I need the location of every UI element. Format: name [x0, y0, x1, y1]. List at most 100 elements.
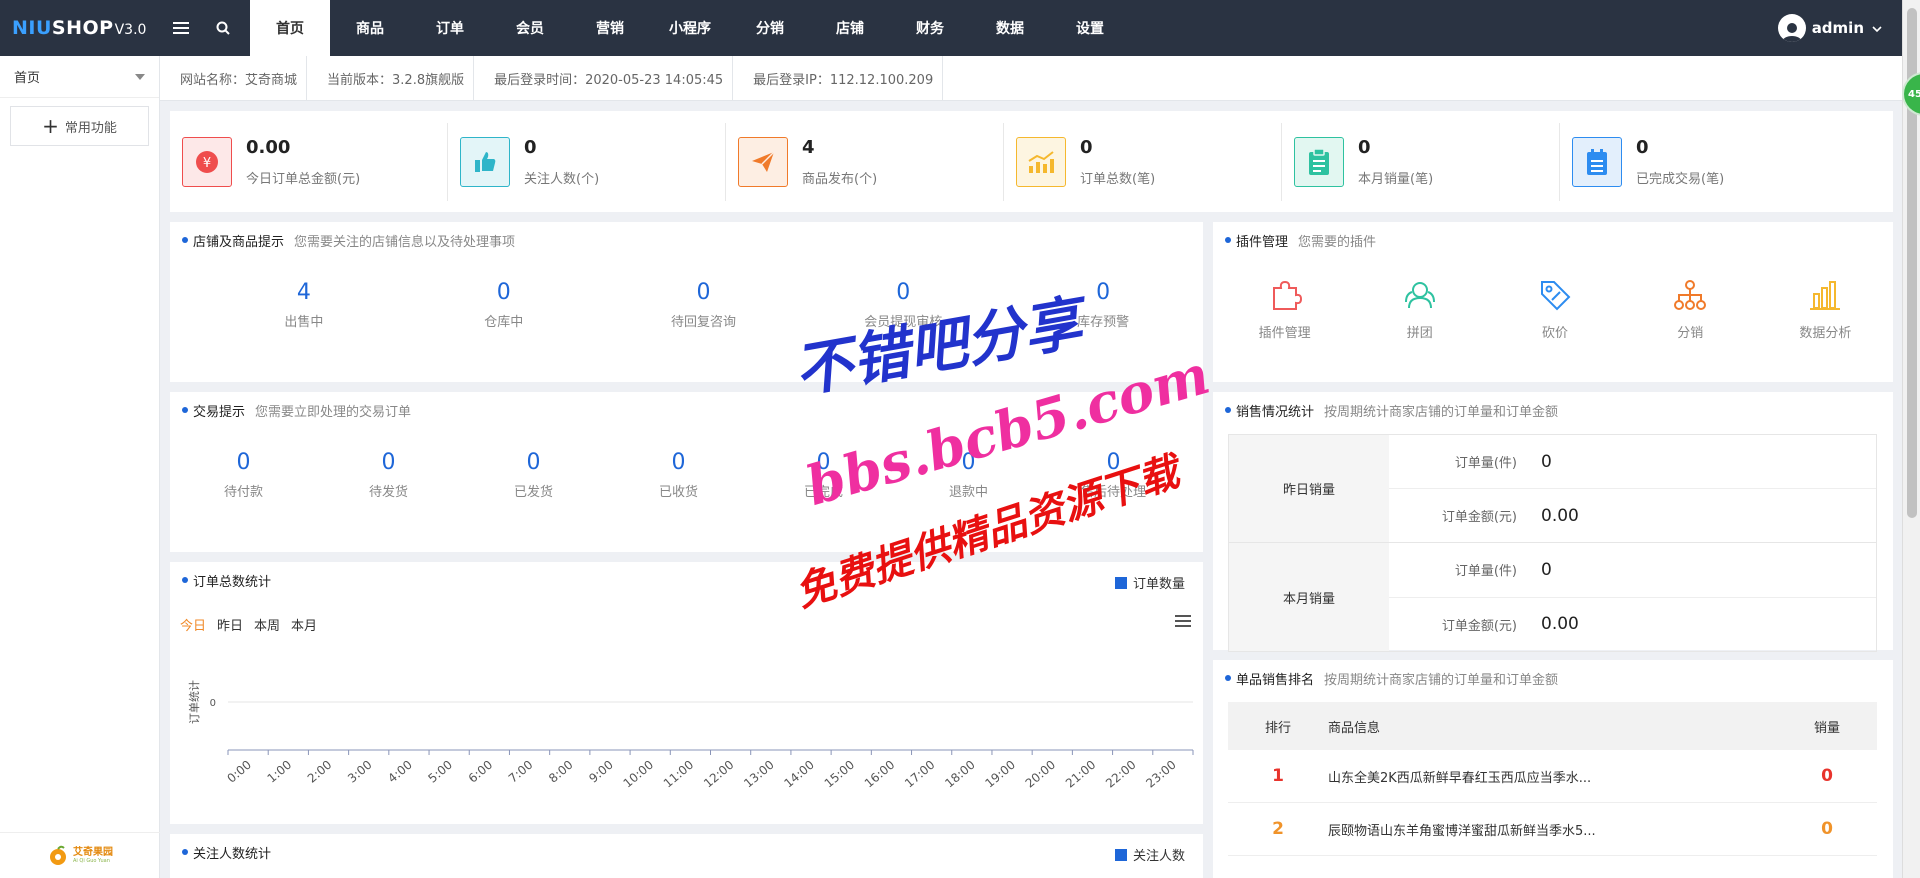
tip-value: 0 — [1106, 450, 1121, 475]
last-login-ip: 最后登录IP：112.12.100.209 — [733, 55, 944, 101]
favorites-button[interactable]: + 常用功能 — [10, 106, 149, 146]
stat-today-amount[interactable]: ¥ 0.00 今日订单总金额(元) — [170, 122, 448, 201]
tip-in-warehouse[interactable]: 0 仓库中 — [404, 280, 604, 330]
tip-label: 库存预警 — [1077, 315, 1130, 330]
logo-text-niu: NIU — [12, 17, 52, 39]
plugin-item-distribution[interactable]: 分销 — [1623, 278, 1758, 341]
stat-goods-published[interactable]: 4 商品发布(个) — [726, 122, 1004, 201]
nav-item-distribution[interactable]: 分销 — [730, 0, 810, 56]
tip-value: 0 — [496, 280, 511, 305]
order-chart-panel: 订单总数统计 订单数量 今日 昨日 本周 本月 0 订单统计 0:00 1:00 2:0… — [170, 562, 1203, 824]
chart-x-tick-label: 9:00 — [586, 758, 616, 786]
nav-item-settings[interactable]: 设置 — [1050, 0, 1130, 56]
tip-on-sale[interactable]: 4 出售中 — [204, 280, 404, 330]
hamburger-icon[interactable] — [160, 0, 202, 56]
nav-item-stores[interactable]: 店铺 — [810, 0, 890, 56]
chart-x-tick-label: 11:00 — [661, 758, 696, 791]
rank-number: 1 — [1272, 766, 1284, 786]
tip-value: 0 — [896, 280, 911, 305]
store-logo-text: 艾奇果园 — [73, 847, 113, 858]
trade-after-sales[interactable]: 0 售后待处理 — [1041, 450, 1186, 500]
chart-x-tick-label: 2:00 — [305, 758, 335, 786]
nav-item-members[interactable]: 会员 — [490, 0, 570, 56]
plugin-item-data-analysis[interactable]: 数据分析 — [1758, 278, 1893, 341]
puzzle-icon — [1272, 280, 1302, 310]
tip-label: 出售中 — [284, 315, 324, 330]
order-count-value: 0 — [1541, 451, 1552, 472]
user-menu[interactable]: admin — [1777, 14, 1882, 42]
order-amount-label: 订单金额(元) — [1441, 510, 1517, 525]
trade-shipped[interactable]: 0 已发货 — [461, 450, 606, 500]
panel-subtitle: 按周期统计商家店铺的订单量和订单金额 — [1324, 672, 1559, 688]
badge-count: 45 — [1908, 88, 1920, 100]
order-count-label: 订单量(件) — [1454, 456, 1517, 471]
panel-header: 销售情况统计 按周期统计商家店铺的订单量和订单金额 — [1213, 392, 1893, 428]
stat-monthly-sales[interactable]: 0 本月销量(笔) — [1282, 122, 1560, 201]
trade-completed[interactable]: 0 已完成 — [751, 450, 896, 500]
site-name: 网站名称：艾奇商城 — [160, 55, 308, 101]
nav-item-data[interactable]: 数据 — [970, 0, 1050, 56]
tip-pending-consult[interactable]: 0 待回复咨询 — [604, 280, 804, 330]
thumbs-up-icon — [460, 136, 510, 187]
nav-item-marketing[interactable]: 营销 — [570, 0, 650, 56]
bullet-icon — [182, 849, 188, 855]
stat-value: 0 — [1358, 136, 1371, 158]
page-scrollbar[interactable] — [1902, 0, 1920, 878]
top-navbar: NIU SHOP V3.0 首页 商品 订单 会员 营销 小程序 分销 店铺 财务 … — [0, 0, 1902, 56]
chart-x-tick-label: 15:00 — [822, 758, 857, 791]
tip-value: 0 — [236, 450, 251, 475]
logo-version: V3.0 — [114, 22, 147, 38]
stat-total-orders[interactable]: 0 订单总数(笔) — [1004, 122, 1282, 201]
plugin-list: 插件管理 拼团 砍价 分销 数据分析 — [1213, 258, 1893, 341]
chart-x-tick-label: 19:00 — [982, 758, 1017, 791]
trade-pending-shipment[interactable]: 0 待发货 — [316, 450, 461, 500]
tip-value: 0 — [1096, 280, 1111, 305]
tip-label: 已发货 — [513, 485, 553, 500]
app-logo[interactable]: NIU SHOP V3.0 — [0, 17, 160, 39]
stat-label: 关注人数(个) — [524, 171, 600, 187]
product-name[interactable]: 辰颐物语山东羊角蜜博洋蜜甜瓜新鲜当季水5... — [1328, 820, 1777, 839]
tip-withdraw-review[interactable]: 0 会员提现审核 — [803, 280, 1003, 330]
search-icon[interactable] — [202, 0, 244, 56]
order-amount-value: 0.00 — [1541, 505, 1579, 526]
product-name[interactable]: 山东全美2K西瓜新鲜早春红玉西瓜应当季水... — [1328, 767, 1777, 786]
tip-stock-warning[interactable]: 0 库存预警 — [1003, 280, 1203, 330]
bullet-icon — [182, 407, 188, 413]
stat-label: 已完成交易(笔) — [1636, 171, 1725, 187]
plugin-item-manage[interactable]: 插件管理 — [1217, 278, 1352, 341]
plugin-item-group-buy[interactable]: 拼团 — [1352, 278, 1487, 341]
ranking-table-header: 排行 商品信息 销量 — [1228, 702, 1877, 750]
trade-received[interactable]: 0 已收货 — [606, 450, 751, 500]
tip-label: 仓库中 — [484, 315, 524, 330]
logo-text-shop: SHOP — [51, 17, 114, 39]
nav-item-miniprogram[interactable]: 小程序 — [650, 0, 730, 56]
sidebar-select-value: 首页 — [14, 71, 41, 86]
trade-tips-panel: 交易提示 您需要立即处理的交易订单 0 待付款 0 待发货 0 已发货 0 已收货 0 已… — [170, 392, 1203, 552]
legend-label: 关注人数 — [1132, 849, 1185, 864]
bullet-icon — [1225, 407, 1231, 413]
bullet-icon — [182, 237, 188, 243]
distribution-icon — [1674, 280, 1707, 310]
sales-stats-table: 昨日销量 订单量(件) 0 订单金额(元) 0.00 本月销量 订单量(件) 0 订单… — [1228, 434, 1877, 652]
store-tips-panel: 店铺及商品提示 您需要关注的店铺信息以及待处理事项 4 出售中 0 仓库中 0 待回复… — [170, 222, 1203, 382]
trade-refunding[interactable]: 0 退款中 — [896, 450, 1041, 500]
nav-item-orders[interactable]: 订单 — [410, 0, 490, 56]
tip-value: 0 — [961, 450, 976, 475]
store-logo-subtext: Ai Qi Guo Yuan — [73, 858, 110, 864]
stat-completed-trades[interactable]: 0 已完成交易(笔) — [1560, 123, 1838, 201]
trade-pending-payment[interactable]: 0 待付款 — [171, 450, 316, 500]
nav-item-home[interactable]: 首页 — [250, 0, 330, 56]
table-row[interactable]: 2 辰颐物语山东羊角蜜博洋蜜甜瓜新鲜当季水5... 0 — [1228, 803, 1877, 856]
table-row[interactable]: 1 山东全美2K西瓜新鲜早春红玉西瓜应当季水... 0 — [1228, 750, 1877, 803]
bullet-icon — [1225, 675, 1231, 681]
sidebar-page-select[interactable]: 首页 — [0, 56, 159, 98]
nav-item-finance[interactable]: 财务 — [890, 0, 970, 56]
chart-legend[interactable]: 关注人数 — [1114, 845, 1185, 864]
plugin-item-bargain[interactable]: 砍价 — [1487, 278, 1622, 341]
nav-item-goods[interactable]: 商品 — [330, 0, 410, 56]
panel-subtitle: 您需要关注的店铺信息以及待处理事项 — [294, 234, 516, 250]
chart-x-tick-label: 12:00 — [701, 758, 736, 791]
panel-header: 单品销售排名 按周期统计商家店铺的订单量和订单金额 — [1213, 660, 1893, 696]
stat-followers[interactable]: 0 关注人数(个) — [448, 122, 726, 201]
tip-label: 待付款 — [223, 485, 263, 500]
